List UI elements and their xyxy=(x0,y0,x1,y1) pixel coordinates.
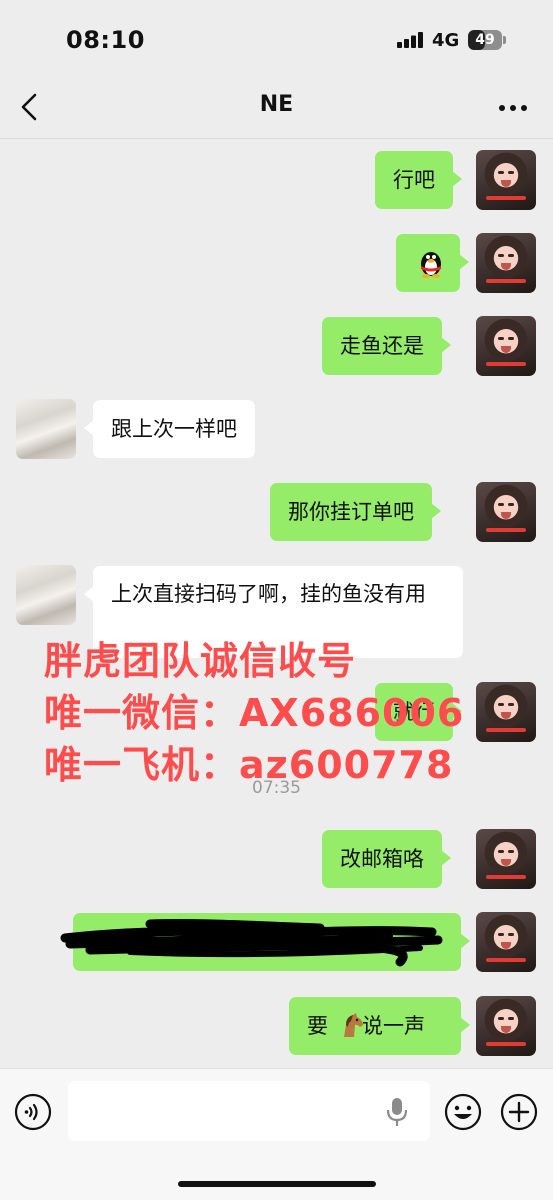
redaction-scribble xyxy=(60,918,443,967)
message-bubble-sent[interactable]: 行吧 xyxy=(375,151,462,209)
ellipsis-icon[interactable] xyxy=(496,98,530,118)
penguin-sticker-icon xyxy=(421,252,441,278)
message-bubble-sent[interactable]: 改邮箱咯 xyxy=(322,830,451,888)
network-type: 4G xyxy=(432,30,460,51)
battery-icon: 49 xyxy=(468,30,506,50)
microphone-icon[interactable] xyxy=(386,1097,408,1127)
cellular-signal-icon xyxy=(397,32,423,48)
horse-icon xyxy=(344,1013,363,1037)
watermark-line: 胖虎团队诚信收号 xyxy=(44,639,357,683)
watermark-line: 唯一微信：AX686006 xyxy=(44,691,465,735)
message-text-part: 要 xyxy=(307,1014,328,1038)
message-bubble-received[interactable]: 跟上次一样吧 xyxy=(84,400,255,458)
my-avatar[interactable] xyxy=(476,233,536,293)
my-avatar[interactable] xyxy=(476,996,536,1056)
message-input[interactable] xyxy=(68,1081,430,1141)
header-divider xyxy=(0,138,553,139)
status-time: 08:10 xyxy=(66,26,145,54)
home-indicator xyxy=(178,1181,376,1187)
my-avatar[interactable] xyxy=(476,150,536,210)
watermark-line: 唯一飞机：az600778 xyxy=(44,743,454,787)
chat-header: NE xyxy=(0,80,553,136)
battery-level: 49 xyxy=(475,32,495,48)
emoji-icon[interactable] xyxy=(444,1093,482,1131)
my-avatar[interactable] xyxy=(476,482,536,542)
plus-icon[interactable] xyxy=(500,1093,538,1131)
my-avatar[interactable] xyxy=(476,682,536,742)
chat-title: NE xyxy=(259,92,294,117)
message-bubble-sent[interactable]: 要 说一声 xyxy=(289,997,470,1055)
voice-toggle-icon[interactable] xyxy=(14,1093,52,1131)
my-avatar[interactable] xyxy=(476,912,536,972)
contact-avatar[interactable] xyxy=(16,399,76,459)
message-bubble-sent[interactable]: 走鱼还是 xyxy=(322,317,451,375)
message-bubble-sent[interactable]: 那你挂订单吧 xyxy=(270,483,441,541)
my-avatar[interactable] xyxy=(476,316,536,376)
contact-avatar[interactable] xyxy=(16,565,76,625)
my-avatar[interactable] xyxy=(476,829,536,889)
message-text-part: 说一声 xyxy=(362,1014,425,1038)
status-bar: 08:10 4G 49 xyxy=(0,0,553,80)
